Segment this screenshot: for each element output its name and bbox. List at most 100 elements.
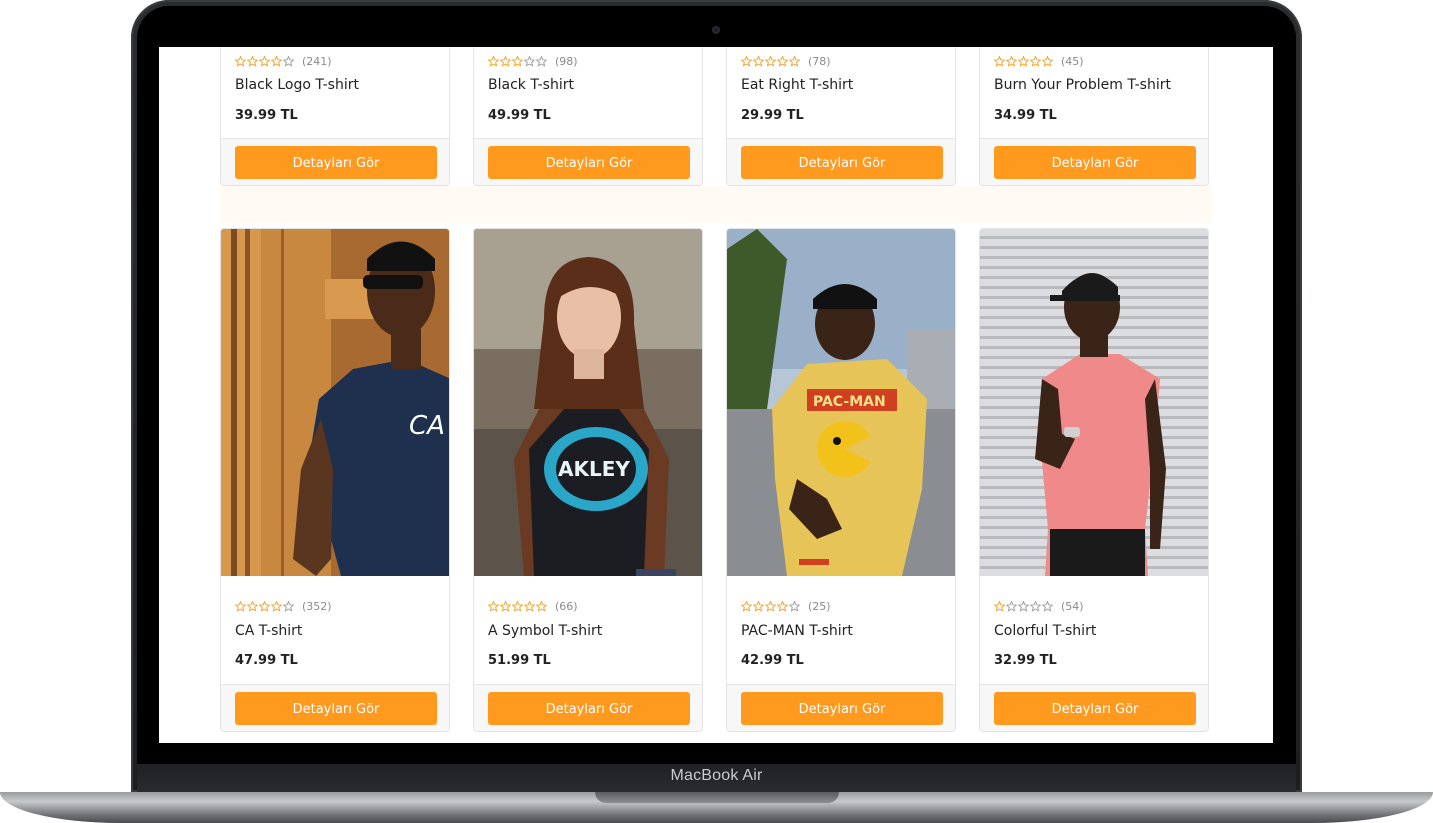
view-details-button[interactable]: Detayları Gör (741, 692, 943, 725)
star-filled-icon (1042, 55, 1053, 67)
rating: (45) (994, 54, 1084, 68)
star-filled-icon (235, 55, 246, 67)
man-navy-tshirt-photo: CA (221, 229, 449, 576)
product-name[interactable]: Colorful T-shirt (994, 623, 1096, 639)
product-card: (78) Eat Right T-shirt 29.99 TL Detaylar… (726, 47, 956, 186)
star-rating-icon (488, 600, 547, 612)
product-image[interactable]: PAC-MAN (727, 229, 955, 576)
product-image[interactable] (980, 229, 1208, 576)
star-filled-icon (765, 600, 776, 612)
star-filled-icon (271, 55, 282, 67)
star-filled-icon (512, 600, 523, 612)
star-filled-icon (789, 55, 800, 67)
browser-viewport[interactable]: (241) Black Logo T-shirt 39.99 TL Detayl… (159, 47, 1273, 743)
svg-text:CA: CA (409, 411, 445, 441)
svg-text:AKLEY: AKLEY (558, 457, 630, 481)
product-price: 32.99 TL (994, 653, 1057, 668)
star-rating-icon (994, 55, 1053, 67)
star-filled-icon (488, 55, 499, 67)
product-name[interactable]: PAC-MAN T-shirt (741, 623, 853, 639)
product-name[interactable]: A Symbol T-shirt (488, 623, 602, 639)
product-name[interactable]: Black Logo T-shirt (235, 77, 359, 93)
product-image[interactable]: CA (221, 229, 449, 576)
product-price: 51.99 TL (488, 653, 551, 668)
star-filled-icon (765, 55, 776, 67)
review-count: (352) (302, 599, 332, 613)
card-footer: Detayları Gör (980, 138, 1208, 185)
product-card: CA (352) CA T-shirt 47.99 TL Detayları G… (220, 228, 450, 732)
product-card: (54) Colorful T-shirt 32.99 TL Detayları… (979, 228, 1209, 732)
star-filled-icon (536, 600, 547, 612)
product-price: 39.99 TL (235, 108, 298, 123)
star-rating-icon (741, 55, 800, 67)
review-count: (45) (1061, 54, 1084, 68)
star-rating-icon (235, 55, 294, 67)
review-count: (54) (1061, 599, 1084, 613)
rating: (66) (488, 599, 578, 613)
view-details-button[interactable]: Detayları Gör (994, 146, 1196, 179)
camera-icon (712, 26, 720, 34)
star-filled-icon (741, 55, 752, 67)
card-footer: Detayları Gör (221, 684, 449, 731)
star-empty-icon (283, 55, 294, 67)
review-count: (241) (302, 54, 332, 68)
product-name[interactable]: Black T-shirt (488, 77, 574, 93)
card-footer: Detayları Gör (474, 138, 702, 185)
product-name[interactable]: CA T-shirt (235, 623, 302, 639)
card-footer: Detayları Gör (980, 684, 1208, 731)
star-filled-icon (235, 600, 246, 612)
view-details-button[interactable]: Detayları Gör (741, 146, 943, 179)
star-rating-icon (741, 600, 800, 612)
star-empty-icon (283, 600, 294, 612)
section-divider (220, 186, 1212, 223)
rating: (78) (741, 54, 831, 68)
review-count: (25) (808, 599, 831, 613)
device-label: MacBook Air (670, 767, 763, 784)
view-details-button[interactable]: Detayları Gör (235, 692, 437, 725)
star-rating-icon (994, 600, 1053, 612)
view-details-button[interactable]: Detayları Gör (488, 146, 690, 179)
rating: (98) (488, 54, 578, 68)
star-filled-icon (500, 600, 511, 612)
star-filled-icon (500, 55, 511, 67)
star-filled-icon (247, 55, 258, 67)
product-price: 49.99 TL (488, 108, 551, 123)
product-price: 47.99 TL (235, 653, 298, 668)
rating: (241) (235, 54, 332, 68)
star-filled-icon (271, 600, 282, 612)
star-filled-icon (741, 600, 752, 612)
product-name[interactable]: Eat Right T-shirt (741, 77, 853, 93)
product-card: (45) Burn Your Problem T-shirt 34.99 TL … (979, 47, 1209, 186)
star-empty-icon (789, 600, 800, 612)
product-price: 42.99 TL (741, 653, 804, 668)
star-rating-icon (488, 55, 547, 67)
product-price: 34.99 TL (994, 108, 1057, 123)
view-details-button[interactable]: Detayları Gör (235, 146, 437, 179)
star-empty-icon (1030, 600, 1041, 612)
review-count: (78) (808, 54, 831, 68)
star-filled-icon (259, 600, 270, 612)
star-empty-icon (536, 55, 547, 67)
review-count: (98) (555, 54, 578, 68)
star-filled-icon (994, 600, 1005, 612)
star-empty-icon (524, 55, 535, 67)
star-filled-icon (753, 600, 764, 612)
view-details-button[interactable]: Detayları Gör (994, 692, 1196, 725)
product-card: PAC-MAN (25) PAC-MAN T-shirt 42.99 TL De… (726, 228, 956, 732)
svg-text:PAC-MAN: PAC-MAN (813, 394, 886, 410)
card-footer: Detayları Gör (221, 138, 449, 185)
product-card: AKLEY (66) A Symbol T-shirt 51.99 TL Det… (473, 228, 703, 732)
rating: (25) (741, 599, 831, 613)
product-image[interactable]: AKLEY (474, 229, 702, 576)
star-filled-icon (777, 55, 788, 67)
star-empty-icon (1042, 600, 1053, 612)
star-filled-icon (259, 55, 270, 67)
star-filled-icon (994, 55, 1005, 67)
view-details-button[interactable]: Detayları Gör (488, 692, 690, 725)
card-footer: Detayları Gör (727, 684, 955, 731)
star-filled-icon (777, 600, 788, 612)
card-footer: Detayları Gör (727, 138, 955, 185)
product-card: (241) Black Logo T-shirt 39.99 TL Detayl… (220, 47, 450, 186)
star-filled-icon (1018, 55, 1029, 67)
product-name[interactable]: Burn Your Problem T-shirt (994, 77, 1171, 93)
